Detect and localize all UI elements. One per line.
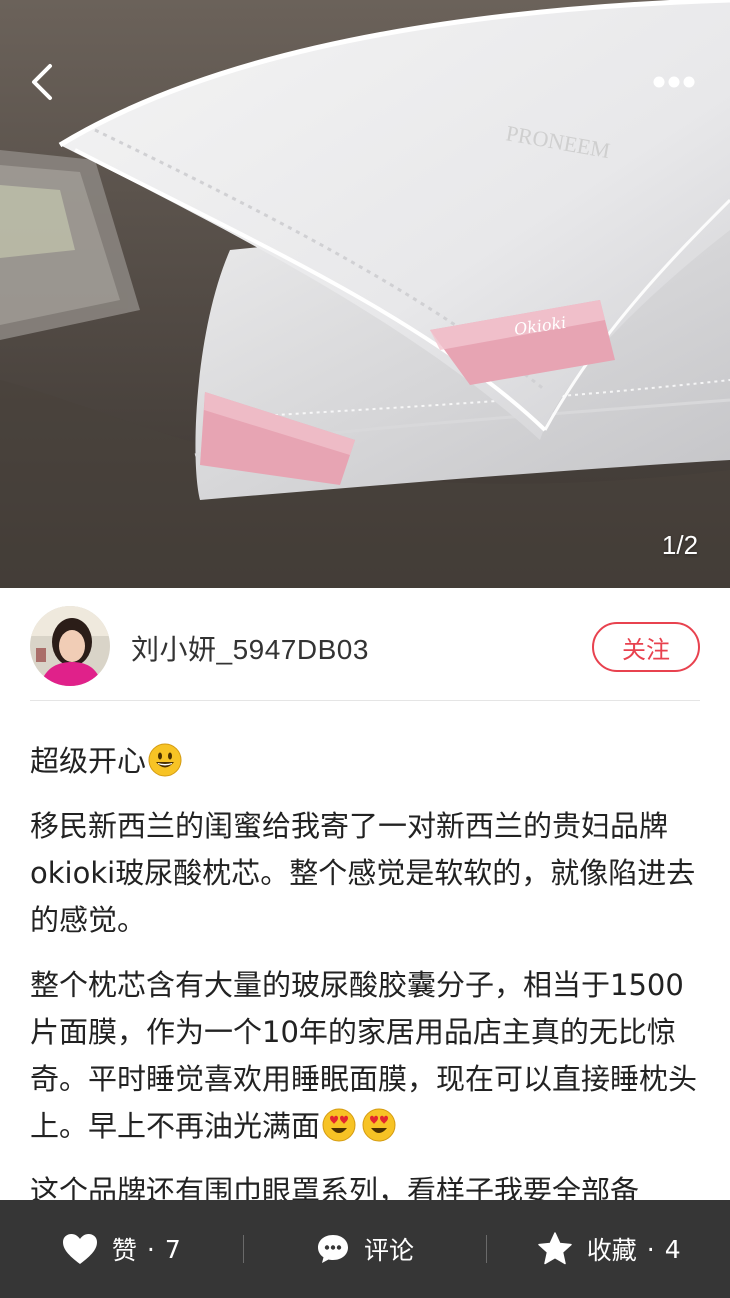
smiley-emoji-icon (148, 743, 182, 777)
avatar[interactable] (30, 606, 110, 686)
pillow-photo: PRONEEM Okioki (0, 0, 730, 588)
post-content: 超级开心 移民新西兰的闺蜜给我寄了一对新西兰的贵妇品牌okioki玻尿酸枕芯。整… (30, 738, 702, 1233)
image-counter: 1/2 (661, 530, 699, 560)
more-dots-icon (653, 76, 695, 88)
back-button[interactable] (22, 56, 70, 108)
bottom-action-bar: 赞 · 7 评论 收藏 · 4 (0, 1200, 730, 1298)
post-title-line: 超级开心 (30, 738, 702, 785)
avatar-image (30, 606, 110, 686)
heart-eyes-emoji-icon (322, 1108, 356, 1142)
star-icon (537, 1232, 572, 1265)
favorite-label: 收藏 (586, 1236, 637, 1265)
post-paragraph-1: 移民新西兰的闺蜜给我寄了一对新西兰的贵妇品牌okioki玻尿酸枕芯。整个感觉是软… (30, 809, 696, 937)
comment-icon (318, 1235, 348, 1263)
favorite-button[interactable]: 收藏 · 4 (487, 1200, 730, 1298)
divider (30, 700, 700, 701)
like-count: 7 (164, 1234, 181, 1264)
favorite-count: 4 (664, 1234, 681, 1264)
like-label: 赞 (111, 1236, 137, 1265)
more-button[interactable] (646, 64, 702, 100)
follow-button[interactable]: 关注 (592, 622, 700, 672)
heart-icon (62, 1234, 97, 1264)
post-paragraph-2-line: 整个枕芯含有大量的玻尿酸胶囊分子，相当于1500片面膜，作为一个10年的家居用品… (30, 962, 702, 1150)
comment-label: 评论 (364, 1236, 415, 1265)
heart-eyes-emoji-icon (362, 1108, 396, 1142)
author-row: 刘小妍_5947DB03 关注 (0, 588, 730, 702)
chevron-left-icon (32, 64, 52, 100)
separator-dot: · (146, 1234, 155, 1264)
separator-dot: · (646, 1234, 655, 1264)
like-button[interactable]: 赞 · 7 (0, 1200, 243, 1298)
comment-button[interactable]: 评论 (244, 1200, 487, 1298)
post-image[interactable]: PRONEEM Okioki 1/2 (0, 0, 730, 588)
post-title: 超级开心 (30, 744, 147, 778)
author-name[interactable]: 刘小妍_5947DB03 (131, 628, 369, 668)
